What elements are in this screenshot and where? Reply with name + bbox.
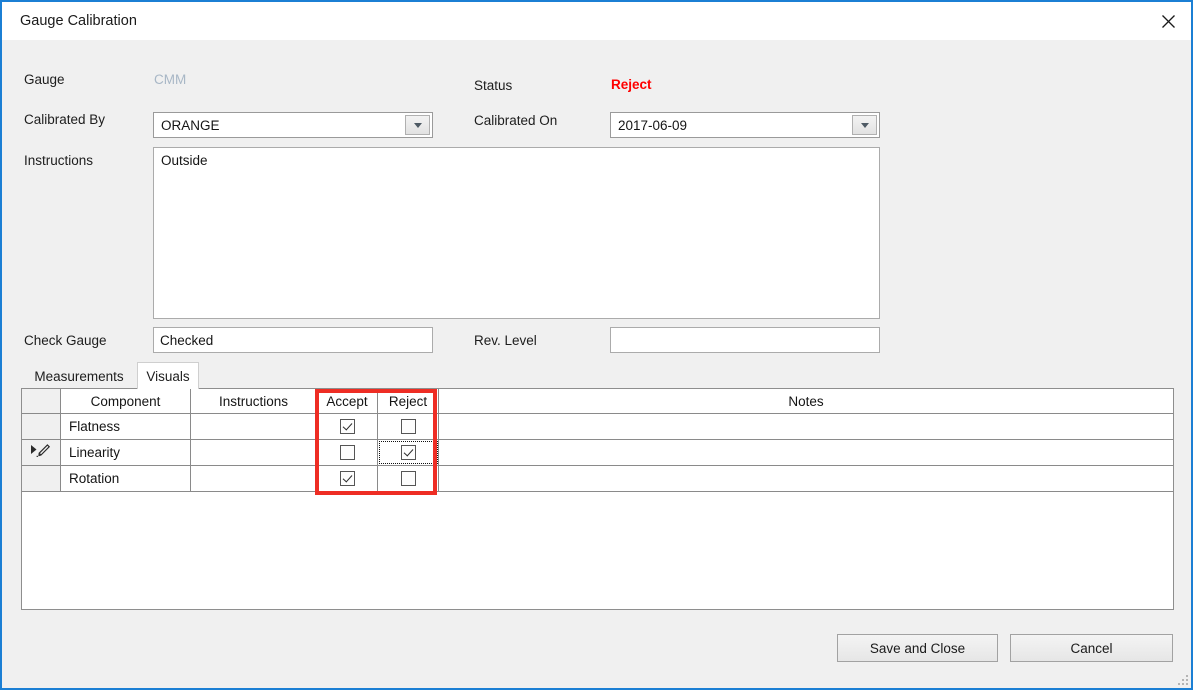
grid-header-reject[interactable]: Reject [378,389,439,413]
row-instructions-cell[interactable] [191,414,317,439]
instructions-label: Instructions [24,153,94,168]
grid-header-component[interactable]: Component [61,389,191,413]
row-indicator-cell[interactable] [22,466,61,491]
close-icon [1161,14,1176,29]
grid-header-accept-label: Accept [326,393,368,409]
window-title: Gauge Calibration [20,13,137,29]
reject-checkbox[interactable] [400,445,416,460]
grid-header-notes-label: Notes [788,393,824,409]
accept-checkbox[interactable] [339,419,355,434]
grid-header-instructions[interactable]: Instructions [191,389,317,413]
row-reject-cell[interactable] [378,466,439,491]
grid-empty-area [22,492,1173,609]
check-gauge-input[interactable] [153,327,433,353]
row-accept-cell[interactable] [317,466,378,491]
table-row[interactable]: Linearity [22,440,1173,466]
tab-measurements[interactable]: Measurements [21,364,137,389]
row-component-value: Linearity [69,445,121,460]
grid-header-rowindicator [22,389,61,413]
reject-checkbox[interactable] [400,419,416,434]
tab-measurements-label: Measurements [34,369,124,384]
row-notes-cell[interactable] [439,440,1173,465]
row-accept-cell[interactable] [317,440,378,465]
tab-strip: Measurements Visuals [21,362,1174,389]
instructions-textarea[interactable]: Outside [153,147,880,319]
row-indicator-cell[interactable] [22,414,61,439]
tab-visuals-label: Visuals [146,368,190,384]
status-badge: Reject [611,77,652,92]
check-gauge-label: Check Gauge [24,333,107,348]
calibrated-on-datepicker[interactable]: 2017-06-09 [610,112,880,138]
grid-header-row: Component Instructions Accept Reject Not… [22,389,1173,414]
status-label: Status [474,78,513,93]
visuals-data-grid[interactable]: Component Instructions Accept Reject Not… [21,388,1174,610]
table-row[interactable]: Rotation [22,466,1173,492]
calibrated-by-value: ORANGE [161,117,220,133]
gauge-calibration-dialog: Gauge Calibration Gauge CMM Status Rejec… [0,0,1193,690]
title-bar: Gauge Calibration [2,2,1191,40]
edit-pencil-icon [29,443,53,462]
cancel-button[interactable]: Cancel [1010,634,1173,662]
cancel-label: Cancel [1070,640,1113,656]
row-component-cell[interactable]: Rotation [61,466,191,491]
row-component-cell[interactable]: Linearity [61,440,191,465]
table-row[interactable]: Flatness [22,414,1173,440]
calibrated-by-combobox[interactable]: ORANGE [153,112,433,138]
gauge-label: Gauge [24,72,65,87]
accept-checkbox[interactable] [339,445,355,460]
row-component-value: Flatness [69,419,121,434]
tab-visuals[interactable]: Visuals [137,362,199,389]
row-instructions-cell[interactable] [191,466,317,491]
gauge-value: CMM [154,72,187,87]
grid-header-notes[interactable]: Notes [439,389,1173,413]
row-reject-cell[interactable] [378,440,439,465]
row-component-value: Rotation [69,471,120,486]
grid-header-instructions-label: Instructions [218,393,289,409]
instructions-value: Outside [161,153,208,168]
calibrated-on-value: 2017-06-09 [618,117,688,133]
resize-grip[interactable] [1176,673,1188,685]
row-notes-cell[interactable] [439,414,1173,439]
close-button[interactable] [1145,2,1191,40]
row-indicator-cell[interactable] [22,440,61,465]
row-notes-cell[interactable] [439,466,1173,491]
row-instructions-cell[interactable] [191,440,317,465]
row-component-cell[interactable]: Flatness [61,414,191,439]
chevron-down-icon [860,122,869,128]
grid-header-accept[interactable]: Accept [317,389,378,413]
chevron-down-icon [413,122,422,128]
save-and-close-button[interactable]: Save and Close [837,634,998,662]
row-accept-cell[interactable] [317,414,378,439]
rev-level-label: Rev. Level [474,333,537,348]
grid-header-reject-label: Reject [388,393,428,409]
calibrated-by-dropdown-button[interactable] [405,115,430,135]
rev-level-input[interactable] [610,327,880,353]
calibrated-on-dropdown-button[interactable] [852,115,877,135]
calibrated-on-label: Calibrated On [474,113,558,128]
grid-header-component-label: Component [90,393,161,409]
row-reject-cell[interactable] [378,414,439,439]
reject-checkbox[interactable] [400,471,416,486]
save-and-close-label: Save and Close [869,640,966,656]
calibrated-by-label: Calibrated By [24,112,106,127]
accept-checkbox[interactable] [339,471,355,486]
